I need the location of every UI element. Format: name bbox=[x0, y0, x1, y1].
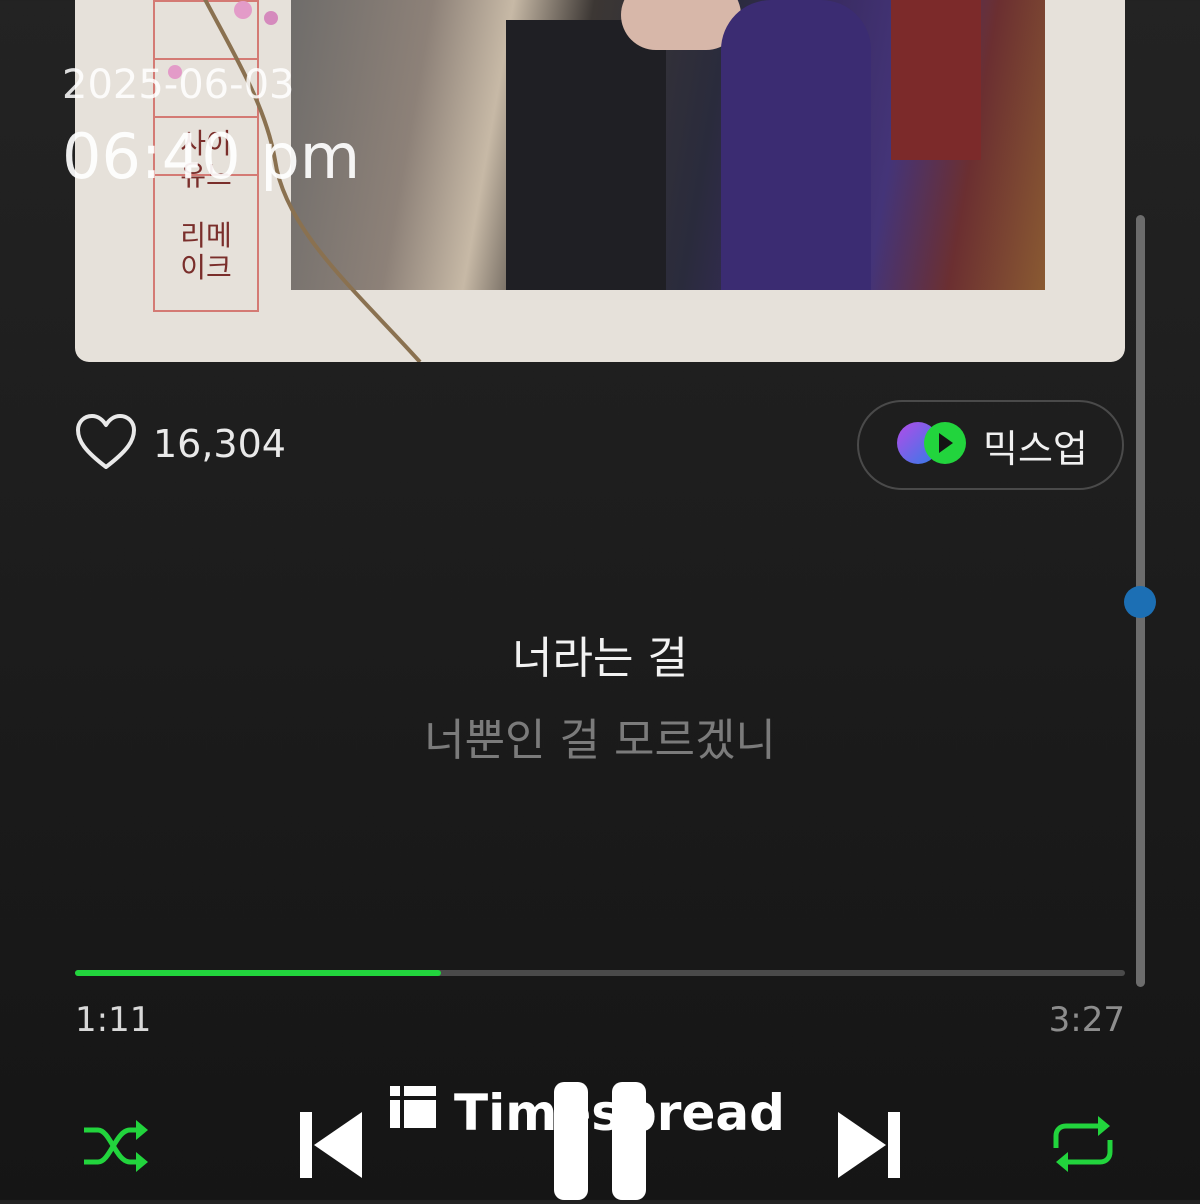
skip-next-icon[interactable] bbox=[834, 1108, 900, 1186]
mixup-button[interactable]: 믹스업 bbox=[857, 400, 1124, 490]
skip-previous-icon[interactable] bbox=[300, 1108, 366, 1186]
repeat-icon[interactable] bbox=[1048, 1112, 1118, 1180]
like-count: 16,304 bbox=[153, 422, 286, 466]
progress-fill bbox=[75, 970, 442, 976]
status-date: 2025-06-03 bbox=[62, 62, 295, 108]
mixup-icon bbox=[895, 420, 969, 470]
watermark-logo-icon bbox=[390, 1084, 436, 1142]
status-time: 06:40 pm bbox=[62, 120, 361, 193]
heart-icon[interactable] bbox=[75, 413, 137, 475]
watermark-text: Timespread bbox=[454, 1084, 785, 1142]
scrollbar-thumb[interactable] bbox=[1124, 586, 1156, 618]
time-total: 3:27 bbox=[1048, 1000, 1125, 1040]
watermark: Timespread bbox=[390, 1084, 785, 1142]
time-elapsed: 1:11 bbox=[75, 1000, 152, 1040]
lyric-next-line[interactable]: 너뿐인 걸 모르겠니 bbox=[0, 704, 1200, 768]
lyric-current-line[interactable]: 너라는 걸 bbox=[0, 622, 1200, 686]
progress-bar[interactable] bbox=[75, 970, 1125, 976]
shuffle-icon[interactable] bbox=[80, 1118, 152, 1178]
like-group[interactable]: 16,304 bbox=[75, 413, 286, 475]
mixup-label: 믹스업 bbox=[983, 426, 1088, 471]
